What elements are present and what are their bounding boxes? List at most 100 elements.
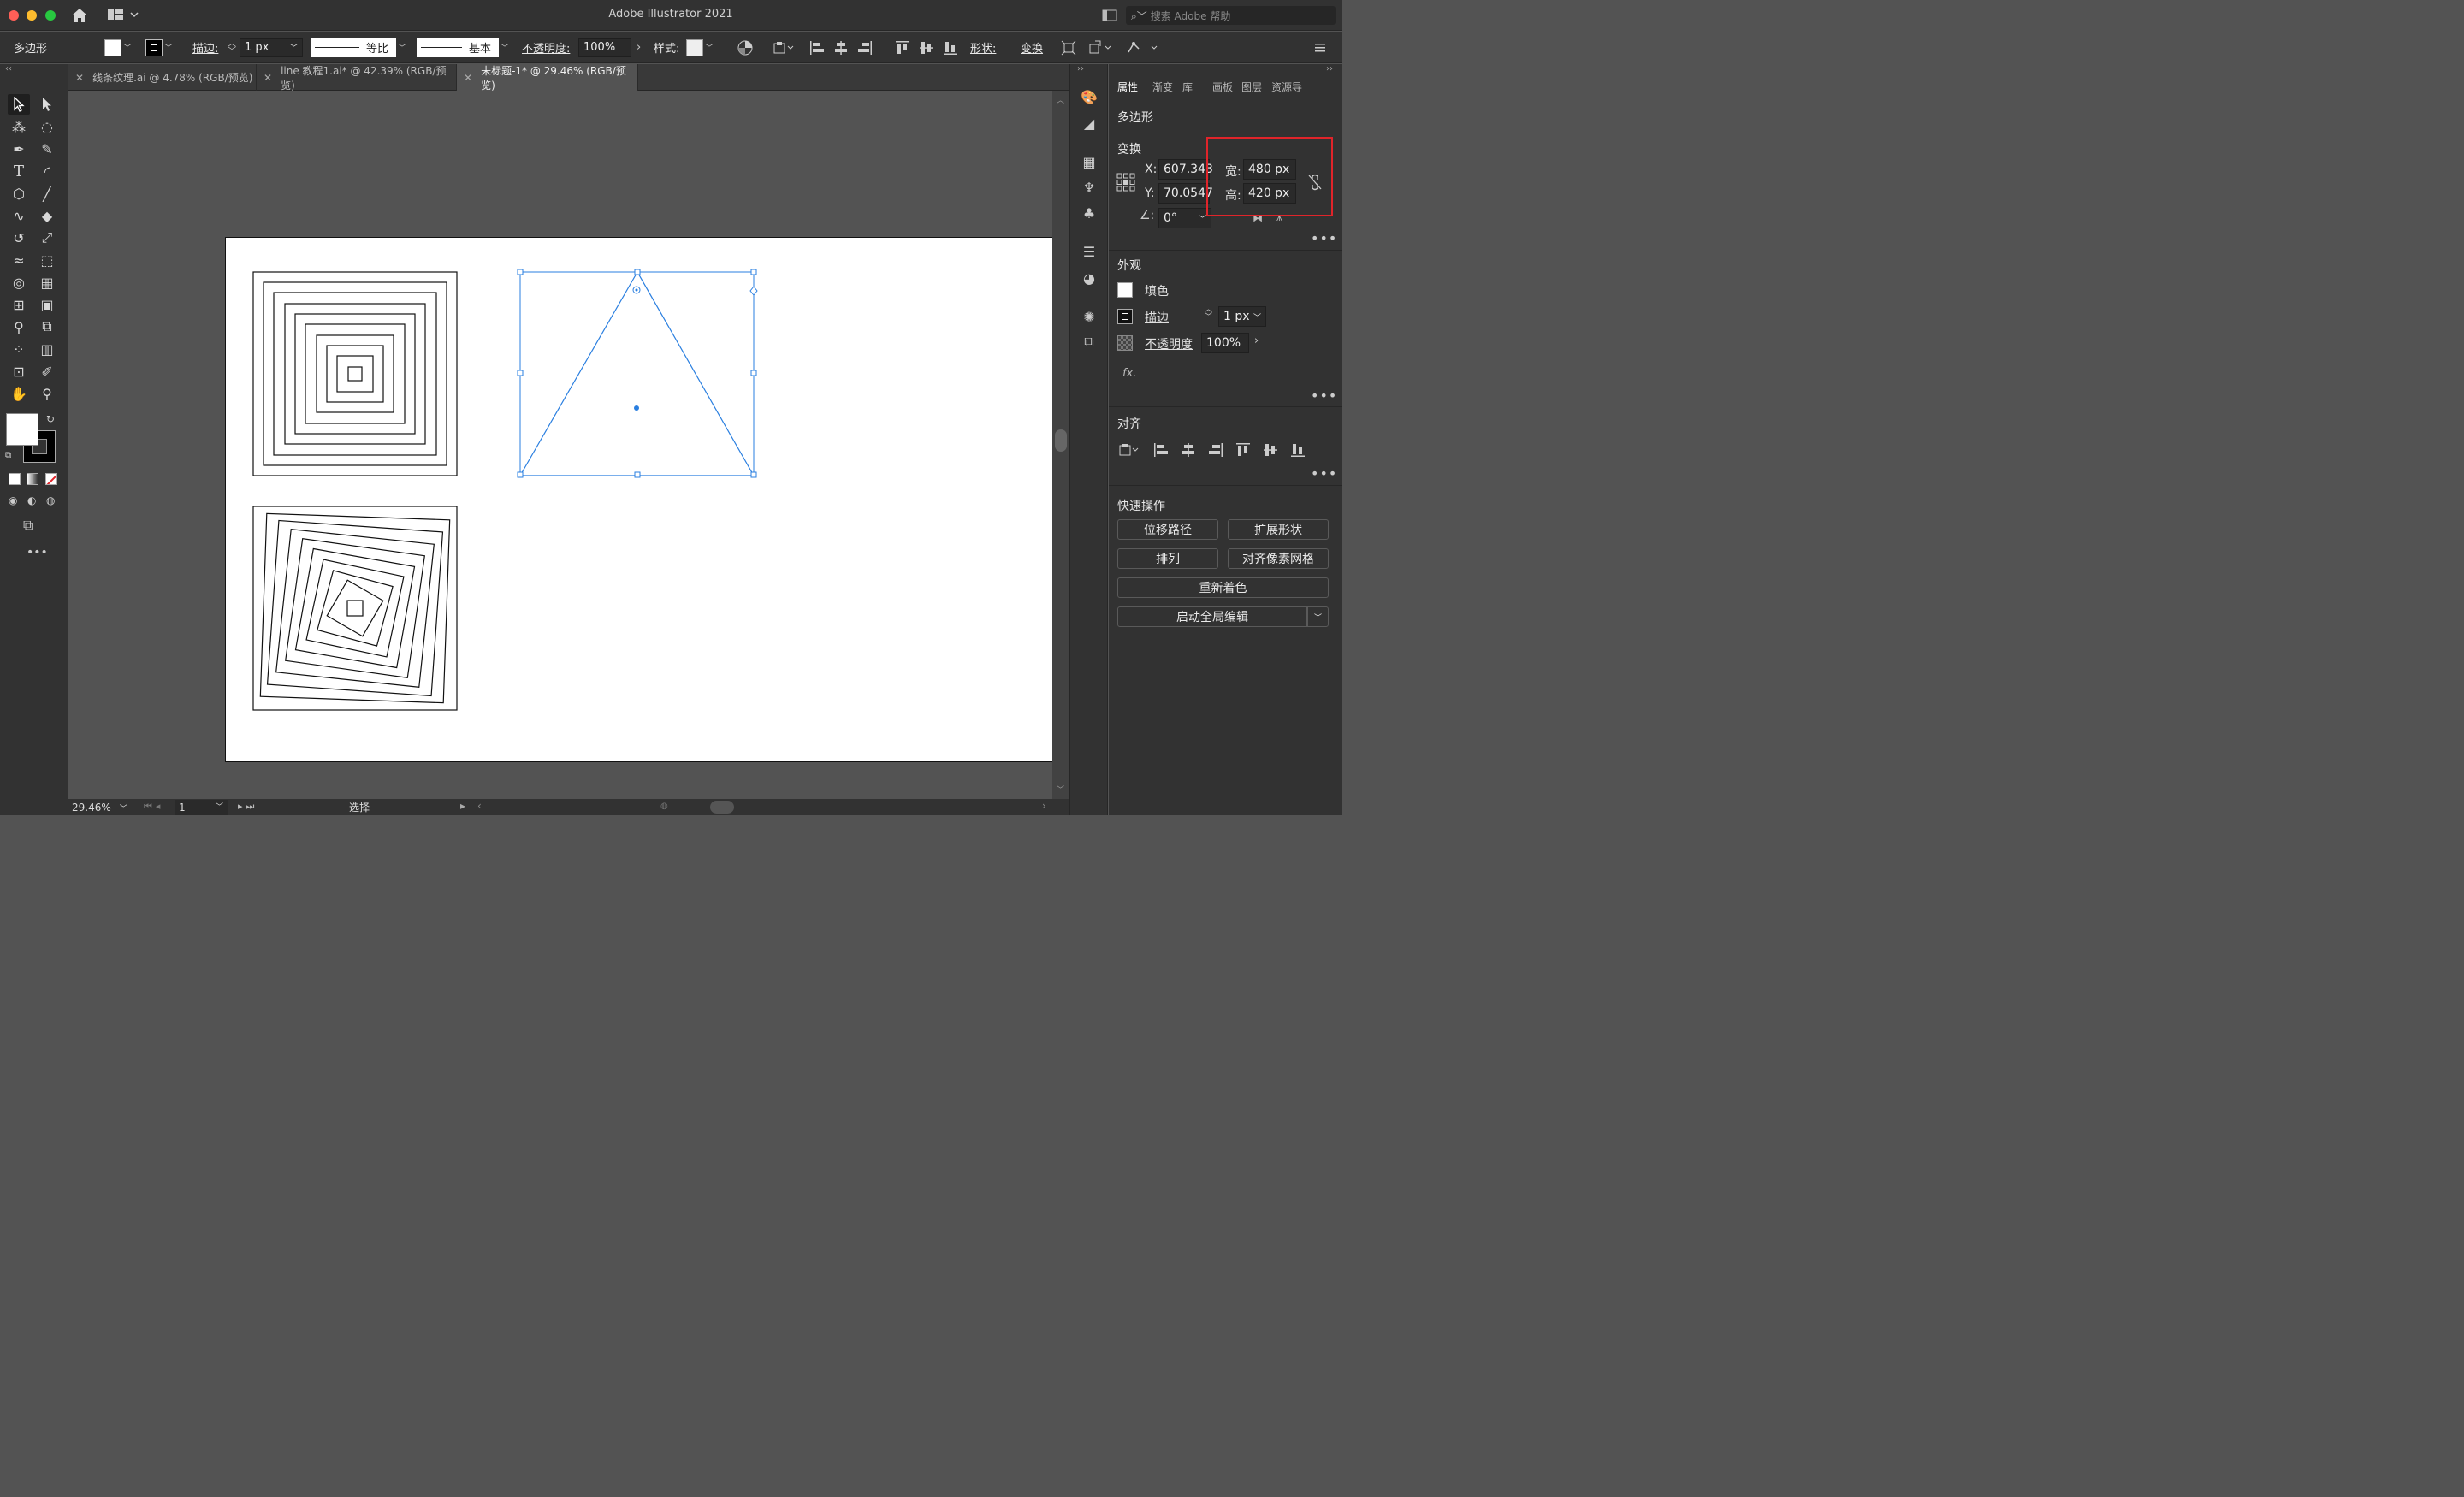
panel-icon-strip: ›› 🎨 ◢ ▦ ♆ ♣ ☰ ◕ ✺ ⧉ [1069,64,1108,815]
stroke-stepper-icon[interactable]: ︿ ﹀ [1205,306,1212,322]
x-label: X: [1145,163,1158,176]
symbols-panel-icon[interactable]: ♣ [1080,204,1099,222]
opacity-checker-icon [1117,335,1133,351]
panel-align-buttons [1119,442,1306,458]
arrange-button[interactable]: 排列 [1117,548,1218,569]
tab-layers[interactable]: 图层 [1241,74,1262,98]
first-prev-artboard-icons[interactable]: ⏮◂ [144,801,163,813]
expand-shape-button[interactable]: 扩展形状 [1228,519,1329,540]
panel-tabs: 属性 渐变 库 画板 图层 资源导 [1109,74,1342,98]
polygon-side-widget[interactable] [749,286,758,296]
zoom-select[interactable]: 29.46% ﹀ [72,800,127,815]
angle-field[interactable]: 0° ﹀ [1158,208,1211,228]
color-panel-icon[interactable]: 🎨 [1080,87,1099,106]
collapse-strip-icon[interactable]: ›› [1077,64,1084,74]
status-bar: 29.46% ﹀ ⏮◂ 1 ﹀ ▸⏭ 选择 ▸ ‹ ◍ › [68,799,1069,815]
chevron-down-icon[interactable]: ﹀ [1253,311,1261,322]
extra-control-icons [1061,32,1162,63]
transform-more-options-icon[interactable]: ••• [1311,230,1337,246]
panel-align-top-icon[interactable] [1235,442,1251,458]
vertical-scroll-thumb[interactable] [1055,429,1067,452]
chevron-down-icon[interactable]: ﹀ [216,801,223,812]
vertical-scrollbar[interactable]: ︿ ﹀ [1052,91,1069,799]
global-edit-button[interactable]: 启动全局编辑 [1117,606,1307,627]
horizontal-scroll-thumb[interactable] [710,801,734,814]
fill-label[interactable]: 填色 [1145,282,1169,299]
offset-path-button[interactable]: 位移路径 [1117,519,1218,540]
panel-layout-icon[interactable] [1102,9,1117,26]
puppet-warp-icon[interactable] [1126,40,1162,56]
tab-properties[interactable]: 属性 [1117,74,1138,98]
color-guide-icon[interactable]: ◢ [1080,114,1099,133]
appearance-stroke-field[interactable]: 1 px ﹀ [1218,306,1266,327]
rotating-squares-artwork[interactable] [252,506,458,711]
zoom-value[interactable]: 29.46% [72,802,111,814]
control-bar-menu-icon[interactable] [1314,32,1326,63]
reference-point-icon[interactable] [1116,173,1135,195]
recolor-button[interactable]: 重新着色 [1117,577,1329,598]
web-icon: ◍ [660,802,668,811]
scroll-left-icon[interactable]: ‹ [477,800,482,812]
appearance-stroke-label[interactable]: 描边 [1145,309,1169,326]
next-last-artboard-icons[interactable]: ▸⏭ [238,801,258,813]
chevron-down-icon[interactable]: ﹀ [1199,213,1206,224]
y-label: Y: [1145,186,1155,200]
stroke-color-box[interactable] [1117,309,1133,324]
center-point [634,405,639,411]
search-icon: ⌕﹀ [1131,9,1147,22]
y-field[interactable]: 70.0547 [1158,183,1213,204]
graphic-styles-panel-icon[interactable]: ⧉ [1080,333,1099,352]
panel-align-to-icon[interactable] [1119,442,1141,458]
appearance-opacity-label[interactable]: 不透明度 [1145,335,1193,352]
chevron-down-icon[interactable]: ﹀ [120,802,127,814]
chevron-right-icon[interactable]: › [1254,334,1259,347]
appearance-opacity-value[interactable]: 100% [1206,336,1241,350]
tab-asset-export[interactable]: 资源导 [1271,74,1302,98]
status-menu-arrow-icon[interactable]: ▸ [460,800,465,812]
align-more-options-icon[interactable]: ••• [1311,465,1337,482]
tab-libraries[interactable]: 库 [1182,74,1193,98]
help-search-input[interactable]: ⌕﹀ 搜索 Adobe 帮助 [1126,6,1336,25]
appearance-panel-icon[interactable]: ✺ [1080,307,1099,326]
stroke-panel-icon[interactable]: ☰ [1080,242,1099,261]
collapse-panel-icon[interactable]: ›› [1326,64,1333,74]
angle-value[interactable]: 0° [1164,211,1177,225]
transform-each-icon[interactable] [1088,40,1114,56]
quick-actions-section-title: 快速操作 [1117,500,1165,513]
fx-icon[interactable]: fx. [1122,367,1136,380]
tab-gradient[interactable]: 渐变 [1152,74,1173,98]
global-edit-options-chevron-icon[interactable]: ﹀ [1307,606,1329,627]
align-section-title: 对齐 [1117,417,1141,431]
panel-align-hcenter-icon[interactable] [1181,442,1196,458]
tab-artboards[interactable]: 画板 [1212,74,1233,98]
width-height-highlight-box [1206,137,1333,216]
scroll-right-icon[interactable]: › [1042,800,1046,812]
artboard-number[interactable]: 1 [179,802,186,814]
panel-align-vcenter-icon[interactable] [1263,442,1278,458]
panel-align-left-icon[interactable] [1153,442,1169,458]
panel-align-right-icon[interactable] [1208,442,1223,458]
corner-widget[interactable] [632,286,641,294]
scroll-down-icon[interactable]: ﹀ [1057,784,1064,795]
appearance-stroke-value[interactable]: 1 px [1223,310,1250,323]
angle-icon: ∠: [1140,209,1155,222]
bounding-box [519,271,755,476]
fill-color-box[interactable] [1117,282,1133,298]
transparency-panel-icon[interactable]: ◕ [1080,269,1099,287]
isolate-icon[interactable] [1061,40,1076,56]
concentric-squares-artwork[interactable] [252,271,458,476]
status-mode-label[interactable]: 选择 [349,800,370,814]
appearance-more-options-icon[interactable]: ••• [1311,388,1337,404]
panel-align-bottom-icon[interactable] [1290,442,1306,458]
align-pixel-grid-button[interactable]: 对齐像素网格 [1228,548,1329,569]
brushes-panel-icon[interactable]: ♆ [1080,178,1099,197]
appearance-opacity-field[interactable]: 100% [1201,333,1249,353]
scroll-up-icon[interactable]: ︿ [1057,94,1064,105]
selected-triangle[interactable] [518,270,755,476]
fill-swatch-front[interactable] [6,413,38,446]
help-search-placeholder: 搜索 Adobe 帮助 [1150,9,1231,22]
panel-object-type: 多边形 [1117,111,1153,125]
x-field[interactable]: 607.343 [1158,159,1213,180]
swatches-panel-icon[interactable]: ▦ [1080,152,1099,171]
bounding-box-handles[interactable] [517,269,757,478]
